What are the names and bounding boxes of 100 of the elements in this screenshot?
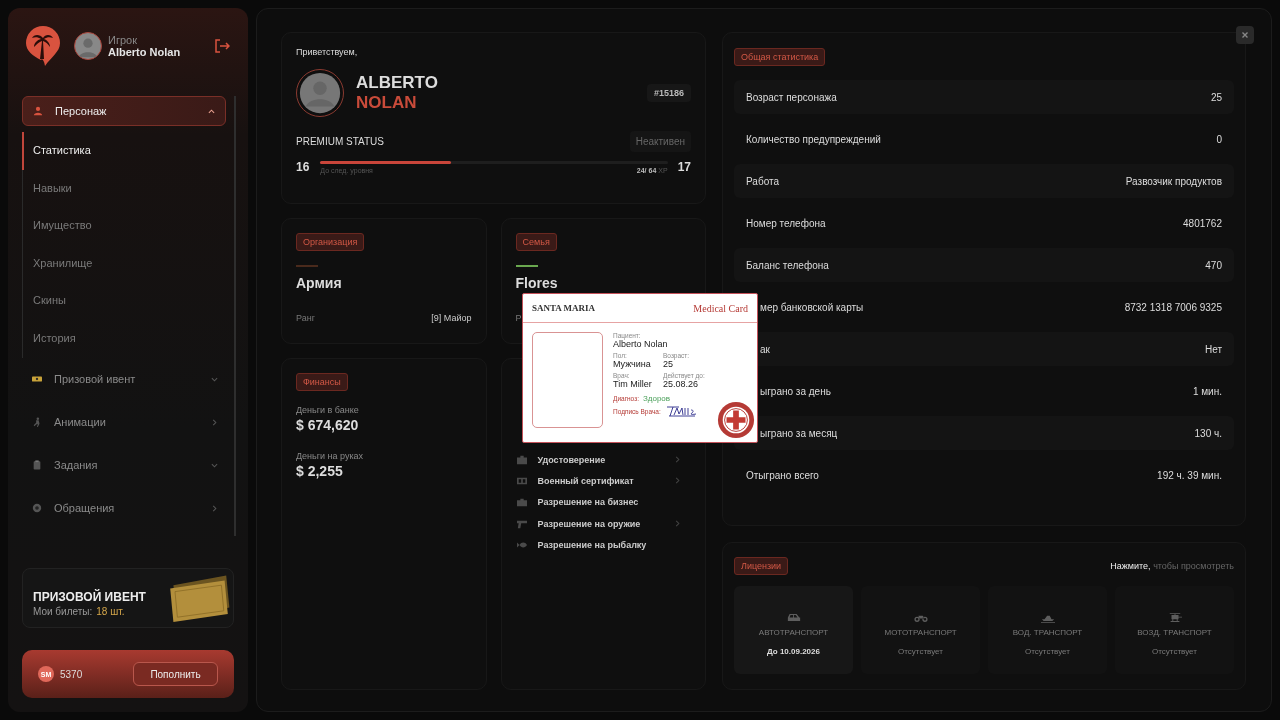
license-status: До 10.09.2026 — [767, 647, 820, 656]
menu-item[interactable]: Обращения — [22, 486, 228, 530]
palm-logo-icon — [26, 26, 60, 66]
close-button[interactable] — [1236, 26, 1254, 44]
license-type: ВОД. ТРАНСПОРТ — [1012, 628, 1083, 637]
seal-icon — [717, 401, 755, 439]
stat-label: Отыграно всего — [746, 469, 819, 481]
document-item[interactable]: Военный сертификат — [515, 470, 691, 492]
player-label: Игрок — [108, 34, 138, 46]
document-item[interactable]: Разрешение на бизнес — [515, 491, 691, 513]
stat-label: Количество предупреждений — [746, 133, 881, 145]
money-value: $ 674,620 — [296, 417, 360, 433]
document-item[interactable]: Удостоверение — [515, 449, 691, 471]
submenu-item[interactable]: Имущество — [23, 207, 228, 245]
chevron-icon — [211, 461, 218, 469]
section-badge: Лицензии — [734, 557, 789, 575]
submenu-item[interactable]: Статистика — [22, 132, 228, 170]
diagnosis-value: Здоров — [642, 394, 671, 403]
field-value: Tim Miller — [613, 379, 653, 389]
submenu-item[interactable]: Навыки — [23, 169, 228, 208]
briefcase-icon — [515, 497, 528, 508]
chevron-icon — [674, 477, 681, 485]
tickets-label: Мои билеты: — [33, 606, 93, 617]
chevron-icon — [208, 107, 215, 115]
stat-value: Нет — [1204, 343, 1222, 355]
submenu-item[interactable]: Скины — [23, 282, 228, 320]
chevron-icon — [674, 520, 681, 528]
stat-label: Возраст персонажа — [746, 91, 837, 103]
stat-value: 25 — [1210, 91, 1222, 103]
helicopter-icon — [1167, 612, 1182, 623]
license-tile[interactable]: АВТОТРАНСПОРТ До 10.09.2026 — [734, 586, 853, 674]
rank-label: Ранг — [296, 313, 315, 323]
chevron-icon — [211, 418, 218, 426]
license-status: Отсутствует — [1152, 647, 1197, 656]
current-level: 16 — [296, 160, 310, 174]
player-name: Alberto Nolan — [108, 46, 181, 58]
money-value: $ 2,255 — [296, 463, 344, 479]
greeting: Приветствуем, — [296, 47, 359, 57]
tickets-count: 18 шт. — [96, 606, 125, 617]
person-icon — [33, 106, 43, 116]
menu-item[interactable]: Задания — [22, 443, 228, 487]
rank-label: Р — [515, 313, 522, 323]
stat-label: ыграно за месяц — [760, 427, 838, 439]
stat-label: ыграно за день — [760, 385, 831, 397]
section-badge: Общая статистика — [734, 48, 826, 66]
stat-label: Работа — [746, 175, 779, 187]
menu-item[interactable]: Призовой ивент — [22, 357, 228, 401]
premium-status: Неактивен — [629, 131, 691, 152]
money-label: Деньги на руках — [296, 451, 365, 461]
lifebuoy-icon — [32, 503, 42, 514]
logout-icon[interactable] — [214, 38, 230, 54]
id-card-icon — [515, 454, 528, 465]
premium-label: PREMIUM STATUS — [296, 136, 384, 147]
menu-item[interactable]: Анимации — [22, 400, 228, 444]
group-name: Flores — [515, 275, 559, 291]
stat-label: Номер телефона — [746, 217, 826, 229]
stat-value: 4801762 — [1183, 217, 1222, 229]
field-value: 25.08.26 — [663, 379, 699, 389]
clipboard-icon — [32, 460, 42, 471]
rank-value: [9] Майор — [431, 313, 472, 323]
menu-item[interactable]: Персонаж — [22, 96, 226, 126]
section-badge: Финансы — [296, 373, 348, 391]
license-type: АВТОТРАНСПОРТ — [758, 628, 829, 637]
group-name: Армия — [296, 275, 343, 291]
close-icon — [1240, 30, 1250, 40]
document-item[interactable]: Разрешение на рыбалку — [515, 534, 691, 556]
chevron-icon — [674, 456, 681, 464]
prize-card[interactable]: ПРИЗОВОЙ ИВЕНТ Мои билеты: 18 шт. — [22, 568, 234, 628]
ticket-drawing — [167, 573, 231, 623]
clinic-name: SANTA MARIA — [532, 303, 596, 313]
submenu-item[interactable]: Хранилище — [23, 244, 228, 283]
license-type: ВОЗД. ТРАНСПОРТ — [1137, 628, 1212, 637]
player-id: #15186 — [646, 84, 691, 102]
card-title: Medical Card — [693, 302, 748, 314]
section-badge: Организация — [296, 233, 365, 251]
section-badge: Семья — [515, 233, 557, 251]
card-icon — [515, 475, 528, 486]
license-type: МОТОТРАНСПОРТ — [884, 628, 957, 637]
stat-label: ак — [760, 343, 770, 355]
figure-icon — [32, 417, 42, 428]
field-value: Alberto Nolan — [613, 339, 669, 349]
next-level: 17 — [677, 160, 691, 174]
stat-label: мер банковской карты — [760, 301, 864, 313]
top-up-button[interactable]: Пополнить — [133, 662, 218, 686]
submenu-item[interactable]: История — [23, 319, 228, 358]
field-value: 25 — [663, 359, 673, 369]
stat-value: Развозчик продуктов — [1125, 175, 1222, 187]
license-status: Отсутствует — [898, 647, 943, 656]
chevron-icon — [211, 375, 218, 383]
stat-value: 192 ч. 39 мин. — [1157, 469, 1222, 481]
stat-value: 8732 1318 7006 9325 — [1124, 301, 1222, 313]
prize-title: ПРИЗОВОЙ ИВЕНТ — [33, 590, 147, 604]
stat-value: 0 — [1216, 133, 1222, 145]
money-label: Деньги в банке — [296, 405, 360, 415]
stat-value: 1 мин. — [1192, 385, 1222, 397]
document-item[interactable]: Разрешение на оружие — [515, 512, 691, 535]
signature-drawing — [664, 405, 697, 417]
first-name: ALBERTO — [356, 73, 438, 93]
last-name: NOLAN — [356, 93, 418, 113]
balance-amount: 5370 — [60, 668, 83, 680]
